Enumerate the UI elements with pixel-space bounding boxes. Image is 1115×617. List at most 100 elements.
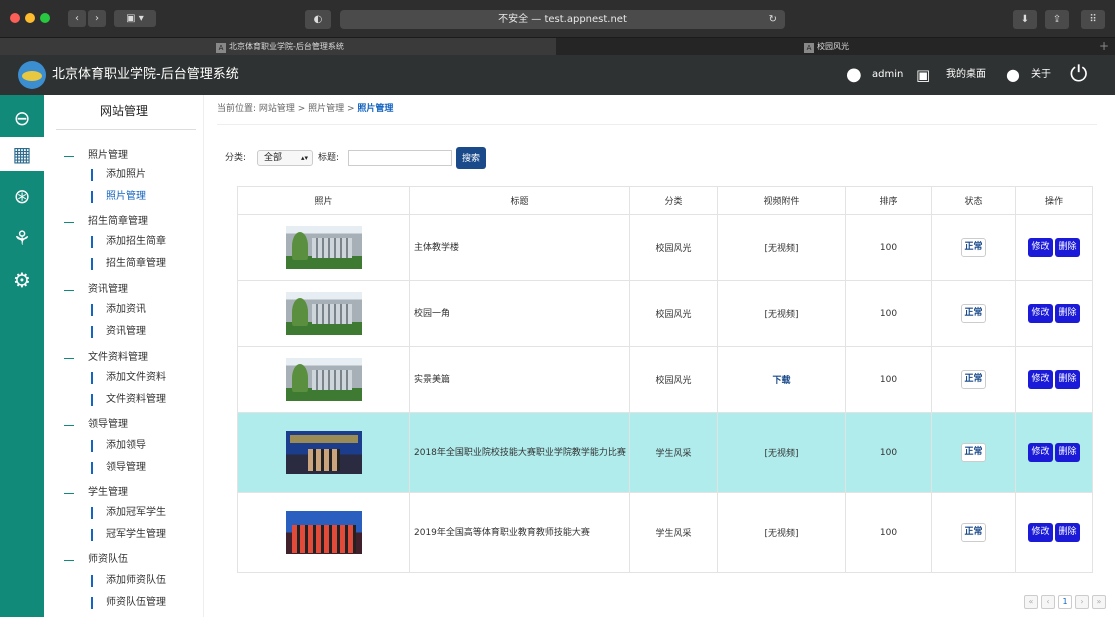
row-attachment: [无视频] [717,492,846,573]
photo-table: 照片 标题 分类 视频附件 排序 状态 操作 主体教学楼 校园风光 [无视频] … [237,186,1093,573]
delete-button[interactable]: 删除 [1055,443,1080,462]
shield-icon[interactable]: ◐ [305,10,331,29]
bar-icon [91,258,93,270]
row-category: 校园风光 [629,280,718,347]
column-header: 状态 [931,186,1016,215]
row-title: 校园一角 [409,280,630,347]
share-icon[interactable]: ⇪ [1045,10,1069,29]
row-order: 100 [845,346,932,413]
delete-button[interactable]: 删除 [1055,370,1080,389]
grid-menu-icon[interactable]: ▦ [0,137,44,171]
status-badge[interactable]: 正常 [961,304,986,323]
title-search-input[interactable] [348,150,452,166]
runner-icon[interactable]: ⚘ [0,221,44,255]
status-badge[interactable]: 正常 [961,238,986,257]
row-title: 2019年全国高等体育职业教育教师技能大赛 [409,492,630,573]
bar-icon [91,575,93,587]
prev-page-button[interactable]: ‹ [1041,595,1055,609]
about-link[interactable]: 关于 [1031,55,1051,95]
photo-thumbnail[interactable] [285,226,362,269]
breadcrumb-current[interactable]: 照片管理 [357,104,393,114]
status-badge[interactable]: 正常 [961,370,986,389]
table-row: 2019年全国高等体育职业教育教师技能大赛 学生风采 [无视频] 100 正常 … [237,492,1093,573]
desktop-icon[interactable]: ▣ [916,64,930,86]
row-category: 学生风采 [629,412,718,493]
edit-button[interactable]: 修改 [1028,443,1053,462]
breadcrumb: 当前位置: 网站管理 > 照片管理 > 照片管理 [217,99,393,119]
photo-thumbnail[interactable] [285,431,362,474]
sidebar: 网站管理 照片管理 添加照片 照片管理 招生简章管理 添加招生简章 招生简章管理… [44,95,204,617]
photo-thumbnail[interactable] [285,358,362,401]
tab-bar: A 北京体育职业学院-后台管理系统 A 校园风光 + [0,37,1115,55]
edit-button[interactable]: 修改 [1028,370,1053,389]
edit-button[interactable]: 修改 [1028,523,1053,542]
desktop-link[interactable]: 我的桌面 [946,55,986,95]
address-bar[interactable]: 不安全 — test.appnest.net ↻ [340,10,785,29]
sidebar-title: 网站管理 [99,104,148,118]
download-icon[interactable]: ⬇ [1013,10,1037,29]
table-row: 主体教学楼 校园风光 [无视频] 100 正常 修改 删除 [237,214,1093,281]
category-select[interactable]: 全部 ▴▾ [257,150,313,166]
delete-button[interactable]: 删除 [1055,523,1080,542]
grid-icon[interactable]: ⠿ [1081,10,1105,29]
column-header: 照片 [237,186,410,215]
dash-icon [64,358,74,359]
ball-icon[interactable]: ⊛ [0,179,44,213]
status-badge[interactable]: 正常 [961,523,986,542]
dash-icon [64,560,74,561]
row-title: 主体教学楼 [409,214,630,281]
photo-thumbnail[interactable] [285,292,362,335]
dash-icon [64,222,74,223]
edit-button[interactable]: 修改 [1028,304,1053,323]
reload-icon[interactable]: ↻ [769,10,777,29]
user-icon[interactable]: ● [846,64,862,86]
column-header: 视频附件 [717,186,846,215]
row-order: 100 [845,214,932,281]
table-row: 实景美篇 校园风光 下载 100 正常 修改 删除 [237,346,1093,413]
dash-icon [64,290,74,291]
app-title: 北京体育职业学院-后台管理系统 [52,67,239,82]
new-tab-icon[interactable]: + [1099,38,1109,55]
status-badge[interactable]: 正常 [961,443,986,462]
delete-button[interactable]: 删除 [1055,304,1080,323]
collapse-icon[interactable]: ⊖ [0,101,44,135]
photo-thumbnail[interactable] [285,511,362,554]
bar-icon [91,191,93,203]
dash-icon [64,493,74,494]
sidebar-toggle-icon[interactable]: ▣ ▾ [114,10,156,27]
tab-favicon: A [804,43,814,53]
row-title: 2018年全国职业院校技能大赛职业学院教学能力比赛 [409,412,630,493]
back-icon[interactable]: ‹ [68,10,86,27]
edit-button[interactable]: 修改 [1028,238,1053,257]
first-page-button[interactable]: « [1024,595,1038,609]
tab-admin[interactable]: A 北京体育职业学院-后台管理系统 [0,38,556,55]
bar-icon [91,169,93,181]
close-window-button[interactable] [10,13,20,23]
icon-rail: ⊖ ▦ ⊛ ⚘ ⚙ [0,95,44,617]
gear-icon[interactable]: ⚙ [0,263,44,297]
bulb-icon[interactable]: ● [1006,64,1020,86]
tab-label: 北京体育职业学院-后台管理系统 [229,42,344,51]
delete-button[interactable]: 删除 [1055,238,1080,257]
download-link[interactable]: 下载 [717,346,846,413]
divider [56,129,196,130]
next-page-button[interactable]: › [1075,595,1089,609]
column-header: 分类 [629,186,718,215]
bar-icon [91,507,93,519]
minimize-window-button[interactable] [25,13,35,23]
bar-icon [91,462,93,474]
page-number[interactable]: 1 [1058,595,1072,609]
category-label: 分类: [225,153,247,163]
forward-icon[interactable]: › [88,10,106,27]
search-button[interactable]: 搜索 [456,147,486,169]
user-name[interactable]: admin [872,55,903,95]
tab-campus[interactable]: A 校园风光 [556,38,1096,55]
zoom-window-button[interactable] [40,13,50,23]
column-header: 标题 [409,186,630,215]
power-icon[interactable]: ⏻ [1070,64,1087,86]
column-header: 排序 [845,186,932,215]
column-header: 操作 [1015,186,1093,215]
last-page-button[interactable]: » [1092,595,1106,609]
dash-icon [64,156,74,157]
table-header-row: 照片 标题 分类 视频附件 排序 状态 操作 [237,186,1093,215]
